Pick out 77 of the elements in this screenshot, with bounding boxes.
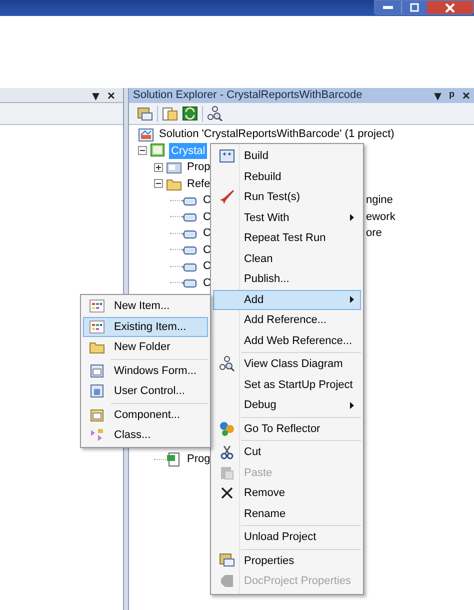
collapse-toggle[interactable] [154, 179, 163, 188]
close-button[interactable] [427, 1, 473, 14]
restore-icon [410, 3, 419, 12]
menu-item[interactable]: Unload Project [213, 524, 361, 548]
collapse-toggle[interactable] [138, 146, 147, 156]
class-icon [89, 427, 105, 444]
tree-item[interactable]: ore [366, 225, 382, 242]
menu-item[interactable]: Debug [213, 395, 361, 416]
menu-item[interactable]: Go To Reflector [213, 416, 361, 439]
submenu-arrow-icon [350, 402, 354, 409]
panel-title: Solution Explorer - CrystalReportsWithBarcode [133, 88, 362, 104]
menu-item[interactable]: View Class Diagram [213, 351, 361, 374]
paste-icon [219, 464, 235, 481]
menu-item[interactable]: Clean [213, 248, 361, 269]
expand-toggle[interactable] [154, 162, 163, 172]
menu-item[interactable]: Add Reference... [213, 310, 361, 330]
menu-item[interactable]: Rebuild [213, 166, 361, 187]
solution-icon [138, 126, 154, 142]
menu-item[interactable]: Class... [83, 425, 208, 446]
refresh-icon[interactable] [182, 106, 198, 121]
class-diagram-icon [219, 356, 235, 372]
pin-button[interactable]: ᵖ [449, 89, 454, 102]
menu-item[interactable]: Test With [213, 208, 361, 228]
show-all-files-icon[interactable] [162, 106, 178, 120]
tree-item[interactable]: Refe [185, 176, 212, 192]
dropdown-button[interactable]: ▾ [434, 89, 442, 102]
tree-item[interactable]: C [201, 274, 213, 291]
tree-item[interactable]: C [201, 225, 213, 242]
grid-icon [89, 318, 105, 335]
control-icon [89, 383, 105, 400]
menu-item[interactable]: New Folder [83, 337, 208, 358]
menu-item[interactable]: Set as StartUp Project [213, 374, 361, 395]
tree-item[interactable]: C [201, 258, 213, 274]
component-icon [89, 406, 105, 423]
build-icon [219, 148, 235, 164]
grid-icon [89, 298, 105, 314]
close-icon [445, 2, 455, 12]
class-diagram-icon[interactable] [207, 106, 223, 121]
project-icon [150, 143, 166, 158]
menu-item[interactable]: Run Test(s) [213, 187, 361, 208]
properties-folder-icon [166, 160, 182, 175]
tree-item[interactable]: C [201, 242, 213, 258]
tree-item[interactable]: Solution 'CrystalReportsWithBarcode' (1 project) [157, 126, 396, 142]
tree-item[interactable]: ework [366, 208, 396, 225]
form-icon [89, 362, 105, 379]
menu-item[interactable]: Windows Form... [83, 358, 208, 381]
menu-item[interactable]: Add [213, 290, 361, 310]
tree-item[interactable]: C [201, 192, 213, 208]
submenu-arrow-icon [350, 214, 354, 222]
tree-item[interactable]: ngine [366, 192, 393, 208]
properties-icon [219, 552, 235, 569]
menu-item[interactable]: Rename [213, 504, 361, 524]
menu-item[interactable]: Publish... [213, 269, 361, 290]
properties-icon[interactable] [137, 106, 153, 120]
cut-icon [219, 444, 235, 460]
menu-item[interactable]: Existing Item... [83, 316, 208, 337]
tree-item[interactable]: Prop [185, 159, 212, 176]
submenu-arrow-icon [350, 296, 354, 304]
minimize-button[interactable] [375, 1, 401, 14]
menu-item[interactable]: Repeat Test Run [213, 228, 361, 248]
close-button[interactable]: × [462, 89, 470, 102]
menu-item[interactable]: User Control... [83, 381, 208, 402]
code-file-icon [166, 452, 182, 467]
restore-button[interactable] [401, 1, 427, 14]
menu-item[interactable]: New Item... [83, 296, 208, 316]
menu-item[interactable]: Properties [213, 548, 361, 571]
menu-item[interactable]: Add Web Reference... [213, 330, 361, 351]
menu-item[interactable]: Cut [213, 439, 361, 462]
close-button[interactable]: × [107, 88, 115, 102]
menu-item[interactable]: Component... [83, 402, 208, 425]
minimize-icon [383, 6, 393, 10]
close-icon [219, 485, 235, 502]
menu-item[interactable]: Remove [213, 483, 361, 504]
tree-item[interactable]: Prog [185, 451, 212, 468]
dropdown-button[interactable]: ▾ [92, 88, 100, 102]
tree-item[interactable]: C [201, 208, 213, 225]
menu-item[interactable]: Build [213, 146, 361, 166]
